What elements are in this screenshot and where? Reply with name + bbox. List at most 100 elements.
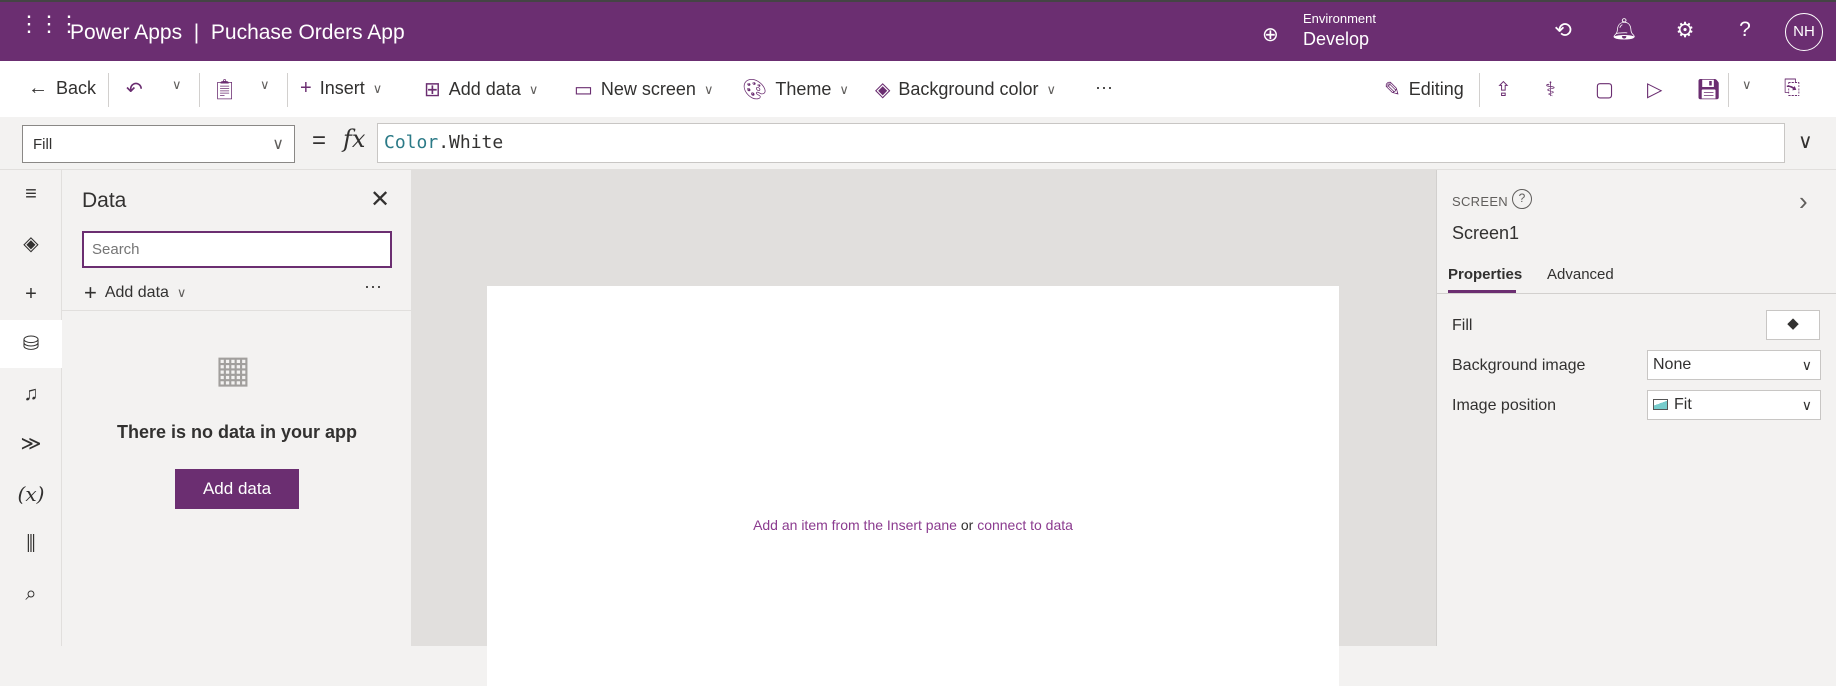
add-data-button[interactable]: Add data xyxy=(175,469,299,509)
add-data-icon: ⊞ xyxy=(424,79,441,101)
chevron-down-icon: ∨ xyxy=(1742,77,1752,92)
equals-sign: = xyxy=(312,127,327,154)
divider xyxy=(1728,73,1729,107)
control-name: Screen1 xyxy=(1452,223,1520,243)
back-button[interactable]: ← Back xyxy=(28,77,96,100)
save-menu-button[interactable]: ∨ xyxy=(1742,77,1752,93)
notifications-icon[interactable]: 🔔︎ xyxy=(1610,18,1638,42)
settings-icon[interactable]: ⚙ xyxy=(1671,18,1699,43)
background-color-label: Background color xyxy=(898,79,1039,99)
close-icon[interactable]: ✕ xyxy=(370,185,390,214)
divider xyxy=(199,73,200,107)
background-image-label: Background image xyxy=(1452,357,1586,374)
search-input[interactable] xyxy=(82,231,392,268)
theme-label: Theme xyxy=(775,79,832,99)
screen-canvas[interactable]: Add an item from the Insert pane or conn… xyxy=(487,286,1339,686)
variables-icon[interactable]: (x) xyxy=(0,470,62,518)
chevron-down-icon: ∨ xyxy=(172,77,182,92)
add-data-button[interactable]: ⊞ Add data ∨ xyxy=(424,77,538,102)
canvas-area: Add an item from the Insert pane or conn… xyxy=(412,170,1436,686)
editing-button[interactable]: ✎ Editing xyxy=(1384,77,1464,102)
tab-advanced[interactable]: Advanced xyxy=(1547,266,1614,283)
help-icon[interactable]: ? xyxy=(1731,18,1759,42)
undo-menu-button[interactable]: ∨ xyxy=(172,77,182,93)
pencil-icon: ✎ xyxy=(1384,79,1401,101)
stethoscope-icon: ⚕ xyxy=(1545,79,1556,101)
image-position-value: Fit xyxy=(1674,396,1692,413)
paint-bucket-icon: ◆ xyxy=(1787,315,1799,332)
more-button[interactable]: ··· xyxy=(1095,77,1113,98)
formula-member: .White xyxy=(438,132,504,153)
expand-formula-icon[interactable]: ∨ xyxy=(1798,129,1813,154)
data-icon[interactable]: ⛁ xyxy=(0,320,62,368)
paste-menu-button[interactable]: ∨ xyxy=(260,77,270,93)
fill-label: Fill xyxy=(1452,317,1473,334)
chevron-down-icon: ∨ xyxy=(703,81,714,97)
new-screen-label: New screen xyxy=(600,79,696,99)
insert-button[interactable]: + Insert ∨ xyxy=(300,77,382,100)
media-icon[interactable]: ♫ xyxy=(0,370,62,418)
data-pane: Data ✕ + Add data ∨ ··· ▦ There is no data… xyxy=(62,170,412,646)
control-type: SCREEN xyxy=(1452,194,1508,209)
chevron-down-icon: ∨ xyxy=(272,136,284,153)
publish-icon: ⎘ xyxy=(1784,77,1800,99)
divider xyxy=(108,73,109,107)
insert-icon[interactable]: + xyxy=(0,270,62,318)
power-automate-icon[interactable]: ≫ xyxy=(0,420,62,468)
divider xyxy=(62,310,412,311)
chevron-down-icon: ∨ xyxy=(1801,357,1812,373)
copilot-icon[interactable]: ⟲ xyxy=(1549,18,1577,43)
help-icon[interactable]: ? xyxy=(1512,189,1532,209)
theme-button[interactable]: 🎨︎ Theme ∨ xyxy=(742,77,849,102)
new-screen-button[interactable]: ▭ New screen ∨ xyxy=(574,77,713,102)
connect-data-link[interactable]: connect to data xyxy=(977,517,1073,533)
back-label: Back xyxy=(56,78,97,98)
publish-button[interactable]: ⎘ xyxy=(1784,77,1800,100)
search-icon[interactable]: ⌕ xyxy=(0,570,62,618)
chevron-down-icon: ∨ xyxy=(372,80,383,96)
properties-pane: SCREEN ? › Screen1 Properties Advanced F… xyxy=(1436,170,1836,646)
environment-label: Environment xyxy=(1303,11,1376,26)
arrow-left-icon: ← xyxy=(28,77,48,99)
comments-button[interactable]: ▢ xyxy=(1595,77,1614,102)
pane-title: Data xyxy=(82,189,127,212)
chevron-down-icon: ∨ xyxy=(1801,397,1812,413)
chevron-right-icon[interactable]: › xyxy=(1799,186,1808,217)
property-dropdown[interactable]: Fill ∨ xyxy=(22,125,295,163)
save-button[interactable]: 💾︎ xyxy=(1696,77,1721,102)
preview-button[interactable]: ▷ xyxy=(1647,77,1662,102)
add-data-link[interactable]: + Add data ∨ xyxy=(84,280,186,306)
app-checker-button[interactable]: ⚕ xyxy=(1545,77,1556,102)
editing-label: Editing xyxy=(1408,79,1464,99)
paste-button[interactable]: 📋︎ xyxy=(212,77,237,102)
image-position-label: Image position xyxy=(1452,397,1557,414)
image-position-dropdown[interactable]: Fit ∨ xyxy=(1647,390,1821,420)
app-header: ⋮⋮⋮ Power Apps | Puchase Orders App ⊕ En… xyxy=(0,0,1836,61)
menu-icon[interactable]: ≡ xyxy=(0,170,62,218)
more-options-button[interactable]: ··· xyxy=(364,276,382,297)
share-icon: ⇪ xyxy=(1495,79,1512,101)
undo-button[interactable]: ↶ xyxy=(126,77,143,102)
hint-or: or xyxy=(956,517,978,533)
formula-input[interactable]: Color.White xyxy=(377,123,1785,163)
plus-icon: + xyxy=(300,77,312,99)
tab-properties[interactable]: Properties xyxy=(1448,266,1522,283)
add-data-label: Add data xyxy=(104,284,169,301)
clipboard-icon: 📋︎ xyxy=(212,79,238,101)
avatar[interactable]: NH xyxy=(1785,13,1823,51)
advanced-tools-icon[interactable]: ⫼ xyxy=(0,520,62,568)
property-value: Fill xyxy=(33,136,53,153)
environment-value[interactable]: Develop xyxy=(1303,29,1369,50)
environment-icon[interactable]: ⊕ xyxy=(1262,22,1279,47)
background-color-button[interactable]: ◈ Background color ∨ xyxy=(875,77,1056,102)
share-button[interactable]: ⇪ xyxy=(1495,77,1512,102)
insert-pane-link[interactable]: Add an item from the Insert pane xyxy=(753,517,957,533)
comment-icon: ▢ xyxy=(1595,79,1614,101)
app-launcher-icon[interactable]: ⋮⋮⋮ xyxy=(18,13,80,35)
tree-view-icon[interactable]: ◈ xyxy=(0,220,62,268)
fx-icon[interactable]: fx xyxy=(343,125,365,153)
canvas-hint: Add an item from the Insert pane or conn… xyxy=(487,517,1339,533)
fill-color-picker[interactable]: ◆ xyxy=(1766,310,1820,340)
empty-state-text: There is no data in your app xyxy=(116,422,358,442)
background-image-dropdown[interactable]: None ∨ xyxy=(1647,350,1821,380)
